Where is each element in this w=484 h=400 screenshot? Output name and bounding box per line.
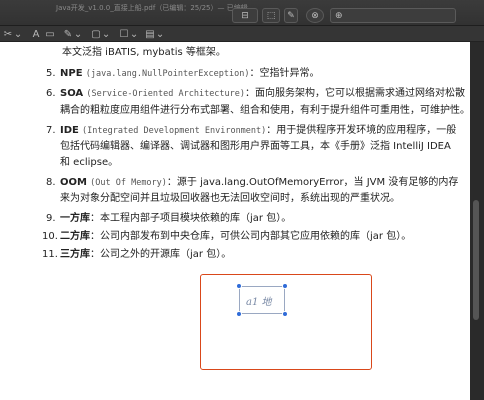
list-number: 9. [46,213,56,224]
chevron-down-icon[interactable]: ⌄ [156,27,164,41]
search-field[interactable]: ⊕ [330,8,456,23]
scrollbar-thumb[interactable] [473,200,479,320]
window-title: Java开发_v1.0.0_直接上船.pdf（已编辑：25/25）— 已编辑 [56,4,248,12]
term-desc: ：公司之外的开源库（jar 包）。 [90,249,232,260]
list-number: 10. [42,231,58,242]
zoom-button[interactable]: ⬚ [262,8,280,23]
term: OOM [60,177,87,188]
list-number: 5. [46,68,56,79]
list-item: OOM (Out Of Memory)：源于 java.lang.OutOfMe… [60,176,458,190]
sketch-tool-icon[interactable]: ✎ [62,27,74,41]
term: 一方库 [60,213,90,224]
markup-button[interactable]: ✎ [284,8,298,23]
term-full: (Service-Oriented Architecture) [86,89,246,99]
list-number: 6. [46,88,56,99]
list-item: NPE (java.lang.NullPointerException)：空指针… [60,67,319,81]
selection-tool-icon[interactable]: ✂ [2,27,14,41]
term: 三方库 [60,249,90,260]
markup-toolbar: ✂ ⌄ A ▭ ✎ ⌄ ▢ ⌄ ☐ ⌄ ▤ ⌄ [0,26,484,42]
sidebar-toggle-button[interactable]: ⊟ [232,8,258,23]
term-desc: ：空指针异常。 [249,68,320,79]
window-titlebar: Java开发_v1.0.0_直接上船.pdf（已编辑：25/25）— 已编辑 ⊟… [0,0,484,26]
text-tool-icon[interactable]: A [30,27,42,41]
list-item: 三方库：公司之外的开源库（jar 包）。 [60,248,231,261]
shape-tool-icon[interactable]: ▭ [44,27,56,41]
list-item: 一方库：本工程内部子项目模块依赖的库（jar 包）。 [60,212,291,225]
intro-line: 本文泛指 iBATIS, mybatis 等框架。 [62,47,226,58]
term: IDE [60,125,79,136]
resize-handle-top-left[interactable] [236,283,242,289]
search-icon: ⊕ [335,10,343,21]
term: NPE [60,68,83,79]
share-icon: ⊗ [311,10,319,21]
term-desc: ：公司内部发布到中央仓库，可供公司内部其它应用依赖的库（jar 包）。 [90,231,412,242]
term: 二方库 [60,231,90,242]
list-item-continuation: 和 eclipse。 [60,157,119,168]
resize-handle-top-right[interactable] [282,283,288,289]
share-button[interactable]: ⊗ [306,8,324,23]
handwritten-annotation: a1 地 [246,297,272,308]
list-number: 11. [42,249,58,260]
resize-handle-bottom-left[interactable] [236,311,242,317]
list-item: 二方库：公司内部发布到中央仓库，可供公司内部其它应用依赖的库（jar 包）。 [60,230,411,243]
resize-handle-bottom-right[interactable] [282,311,288,317]
term-full: (Integrated Development Environment) [82,126,267,136]
list-item-continuation: 包括代码编辑器、编译器、调试器和图形用户界面等工具，本《手册》泛指 Intell… [60,141,451,152]
term-desc: ：源于 java.lang.OutOfMemoryError，当 JVM 没有足… [166,177,459,188]
sidebar-icon: ⊟ [241,10,249,21]
list-number: 7. [46,125,56,136]
term: SOA [60,88,84,99]
list-item: SOA (Service-Oriented Architecture)：面向服务… [60,87,465,101]
chevron-down-icon[interactable]: ⌄ [102,27,110,41]
list-number: 8. [46,177,56,188]
term-full: (Out Of Memory) [90,178,167,188]
term-desc: ：本工程内部子项目模块依赖的库（jar 包）。 [90,213,292,224]
term-full: (java.lang.NullPointerException) [85,69,250,79]
border-color-icon[interactable]: ▢ [90,27,102,41]
chevron-down-icon[interactable]: ⌄ [130,27,138,41]
fill-color-icon[interactable]: ☐ [118,27,130,41]
list-item: IDE (Integrated Development Environment)… [60,124,456,138]
list-item-continuation: 耦合的粗粒度应用组件进行分布式部署、组合和使用，有利于提升组件可重用性，可维护性… [60,105,470,116]
term-desc: ：用于提供程序开发环境的应用程序，一般 [266,125,457,136]
chevron-down-icon[interactable]: ⌄ [74,27,82,41]
list-item-continuation: 来为对象分配空间并且垃圾回收器也无法回收空间时，系统出现的严重状况。 [60,193,400,204]
pen-icon: ✎ [287,10,295,21]
text-style-icon[interactable]: ▤ [144,27,156,41]
term-desc: ：面向服务架构，它可以根据需求通过网络对松散 [245,88,466,99]
zoom-icon: ⬚ [266,10,276,21]
chevron-down-icon[interactable]: ⌄ [14,27,22,41]
